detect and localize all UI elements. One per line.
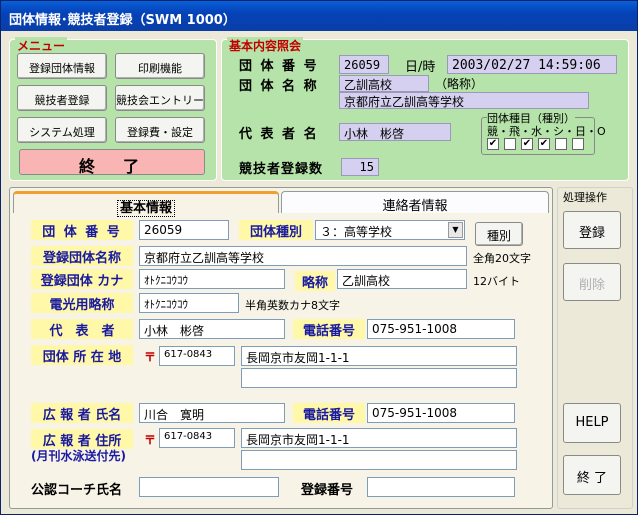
- form-pr-addr-sub: (月刊水泳送付先): [31, 449, 126, 463]
- menu-athlete-register-button[interactable]: 競技者登録: [17, 85, 107, 111]
- form-pr-tel-input[interactable]: 075-951-1008: [367, 403, 515, 423]
- form-tel-label: 電話番号: [293, 319, 365, 339]
- type-check-6[interactable]: [572, 138, 584, 150]
- tab-basic-info[interactable]: 基本情報: [13, 191, 279, 217]
- ops-end-button[interactable]: 終 了: [563, 455, 621, 495]
- form-kana-label: 登録団体 カナ: [31, 269, 133, 289]
- menu-competition-entry-button[interactable]: 競技会エントリー: [115, 85, 205, 111]
- type-check-5[interactable]: [555, 138, 567, 150]
- basic-group-name-label: 団 体 名 称: [239, 79, 319, 94]
- form-addr2-input[interactable]: [241, 368, 517, 388]
- main-window: 団体情報･競技者登録（SWM 1000） メニュー 登録団体情報 印刷機能 競技…: [0, 0, 638, 515]
- type-items: 競・飛・水・シ・日・O: [487, 125, 606, 138]
- form-addr1-input[interactable]: 長岡京市友岡1-1-1: [241, 346, 517, 366]
- basic-datetime: 2003/02/27 14:59:06: [447, 55, 617, 74]
- form-pr-zip-input[interactable]: 617-0843: [159, 428, 235, 448]
- form-rep-label: 代 表 者: [31, 319, 133, 339]
- pr-zip-mark: 〒: [144, 433, 157, 447]
- form-coach-label: 公認コーチ氏名: [31, 483, 123, 498]
- menu-end-button[interactable]: 終 了: [19, 149, 205, 176]
- form-rep-input[interactable]: 小林 彬啓: [139, 319, 285, 339]
- form-reg-name-note: 全角20文字: [473, 252, 531, 265]
- tab-contact-info[interactable]: 連絡者情報: [281, 191, 549, 214]
- basic-info-title: 基本内容照会: [227, 37, 304, 54]
- type-check-2[interactable]: [504, 138, 516, 150]
- type-check-1[interactable]: ✔: [487, 138, 499, 150]
- form-group-type-label: 団体種別: [239, 220, 313, 240]
- form-elec-input[interactable]: ｵﾄｸﾆｺｳｺｳ: [139, 293, 239, 313]
- chevron-down-icon[interactable]: ▼: [448, 222, 463, 238]
- form-group-no-label: 団 体 番 号: [31, 220, 133, 240]
- form-reg-name-input[interactable]: 京都府立乙訓高等学校: [139, 246, 467, 266]
- type-button[interactable]: 種別: [475, 222, 523, 246]
- form-pr-name-input[interactable]: 川合 寛明: [139, 403, 285, 423]
- form-zip-input[interactable]: 617-0843: [159, 346, 235, 366]
- form-short-note: 12バイト: [473, 275, 520, 288]
- basic-group-no-label: 団 体 番 号: [239, 59, 319, 74]
- register-button[interactable]: 登録: [563, 211, 621, 249]
- form-pr-addr-label: 広 報 者 住所: [31, 429, 133, 449]
- help-button[interactable]: HELP: [563, 403, 621, 443]
- title-bar: 団体情報･競技者登録（SWM 1000）: [1, 1, 637, 31]
- basic-athletes-label: 競技者登録数: [239, 162, 324, 177]
- form-kana-input[interactable]: ｵﾄｸﾆｺｳｺｳ: [139, 269, 285, 289]
- delete-button[interactable]: 削除: [563, 263, 621, 301]
- form-short-label: 略称: [295, 271, 335, 291]
- form-pr-name-label: 広 報 者 氏名: [31, 403, 133, 423]
- form-short-input[interactable]: 乙訓高校: [337, 269, 467, 289]
- basic-rep: 小林 彬啓: [339, 123, 451, 141]
- form-elec-note: 半角英数カナ8文字: [245, 299, 340, 312]
- form-reg-name-label: 登録団体名称: [31, 246, 133, 266]
- menu-fee-settings-button[interactable]: 登録費・設定: [115, 117, 205, 143]
- zip-mark: 〒: [144, 350, 157, 364]
- menu-title: メニュー: [15, 37, 68, 54]
- form-tel-input[interactable]: 075-951-1008: [367, 319, 515, 339]
- form-pr-addr1-input[interactable]: 長岡京市友岡1-1-1: [241, 428, 517, 448]
- basic-athletes: 15: [341, 158, 379, 176]
- form-group-type-select[interactable]: ３：高等学校 ▼: [315, 220, 465, 240]
- basic-group-full: 京都府立乙訓高等学校: [339, 92, 589, 109]
- menu-system-button[interactable]: システム処理: [17, 117, 107, 143]
- ops-title: 処理操作: [563, 189, 607, 205]
- menu-print-button[interactable]: 印刷機能: [115, 53, 205, 79]
- basic-group-no: 26059: [339, 55, 389, 74]
- form-pr-addr2-input[interactable]: [241, 450, 517, 470]
- form-group-no-input[interactable]: 26059: [139, 220, 229, 240]
- basic-short-label: （略称）: [435, 77, 484, 91]
- form-group-type-value: ３：高等学校: [320, 225, 393, 239]
- type-check-3[interactable]: ✔: [521, 138, 533, 150]
- form-pr-tel-label: 電話番号: [293, 403, 365, 423]
- form-coach-input[interactable]: [139, 477, 279, 497]
- form-addr-label: 団体 所 在 地: [31, 345, 133, 365]
- form-elec-label: 電光用略称: [31, 293, 133, 313]
- basic-datetime-label: 日/時: [405, 60, 436, 75]
- tab-basic-info-label: 基本情報: [116, 200, 175, 217]
- basic-rep-label: 代 表 者 名: [239, 127, 319, 142]
- form-regno-label: 登録番号: [301, 483, 354, 498]
- menu-registered-group-button[interactable]: 登録団体情報: [17, 53, 107, 79]
- basic-group-short: 乙訓高校: [339, 75, 429, 92]
- form-regno-input[interactable]: [367, 477, 515, 497]
- type-check-4[interactable]: ✔: [538, 138, 550, 150]
